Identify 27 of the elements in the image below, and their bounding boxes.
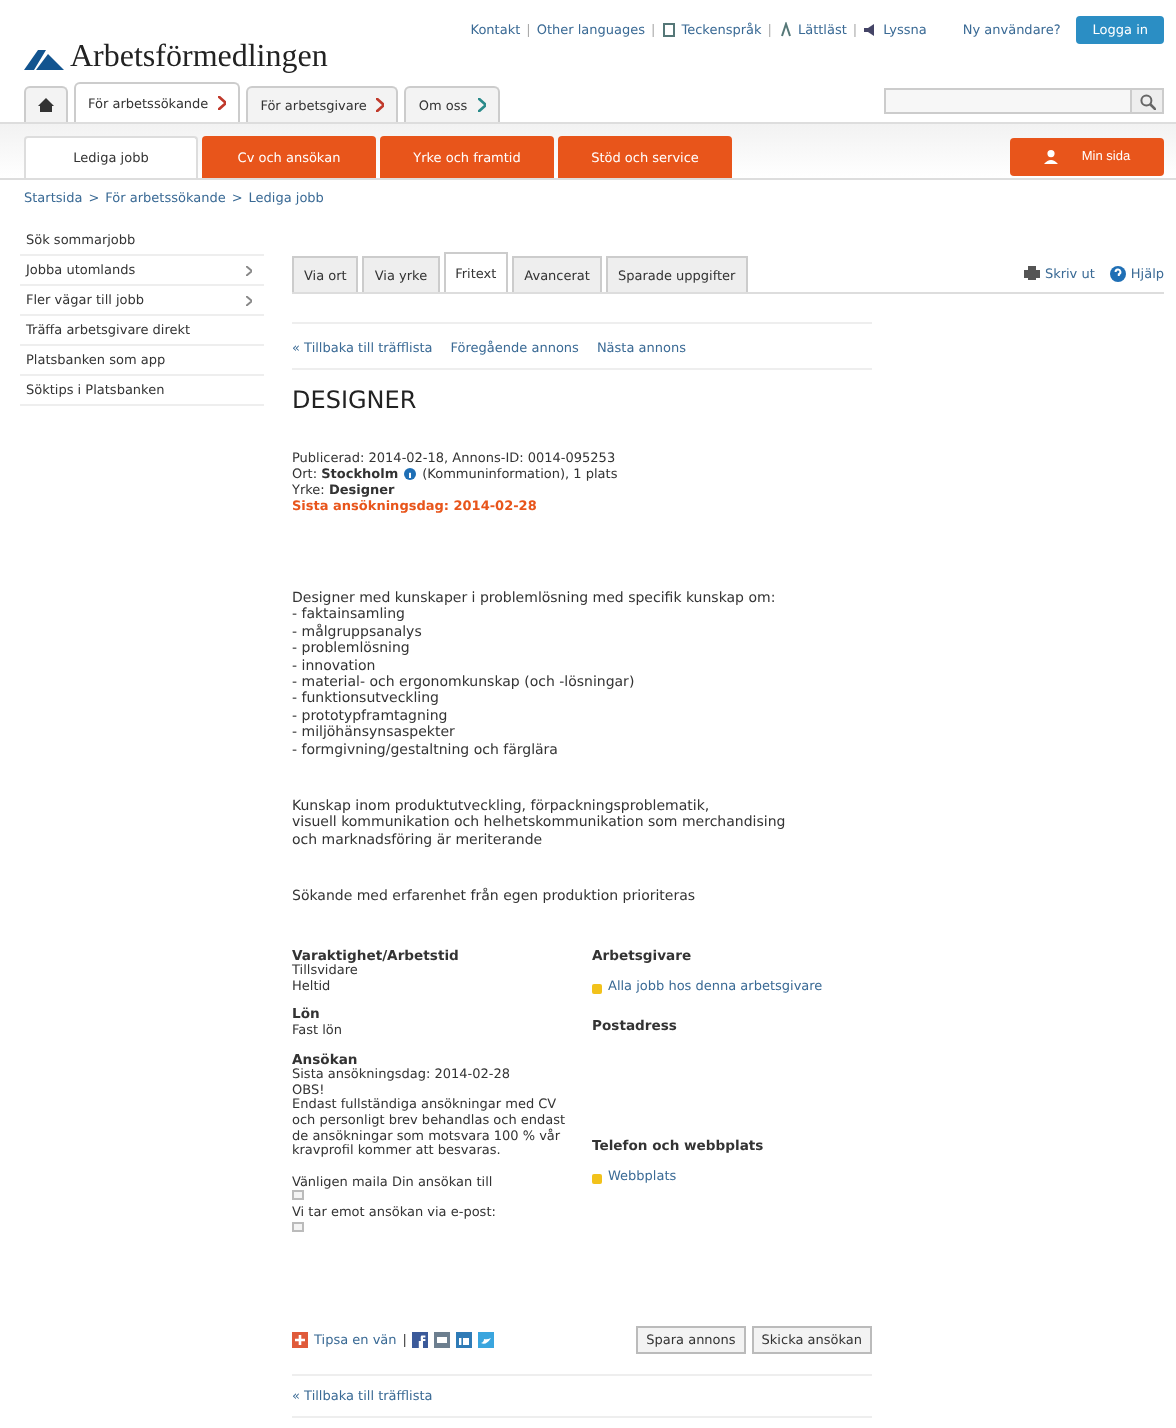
chevron-icon <box>376 98 385 112</box>
chevron-icon <box>218 96 227 110</box>
search-field[interactable] <box>884 88 1132 114</box>
plus-icon <box>292 1332 308 1349</box>
user-icon <box>1043 150 1058 164</box>
linkedin-icon <box>456 1332 473 1349</box>
search-button[interactable] <box>1132 88 1164 114</box>
image-icon <box>292 1190 304 1201</box>
bullet-icon <box>592 1173 602 1184</box>
logo-text: Arbetsförmedlingen <box>70 40 328 76</box>
image-icon <box>292 1221 304 1232</box>
home-tab[interactable] <box>24 86 68 122</box>
bullet-icon <box>592 983 602 994</box>
printer-icon <box>1024 266 1041 280</box>
help-icon <box>1110 265 1127 281</box>
chevron-icon <box>246 295 252 305</box>
home-icon <box>38 98 54 112</box>
mail-icon <box>434 1332 451 1349</box>
bird-icon <box>478 1332 495 1349</box>
chevron-icon <box>477 98 486 112</box>
logo-icon <box>24 47 64 69</box>
info-icon <box>404 468 417 480</box>
speaker-icon <box>863 22 878 38</box>
search-icon <box>1139 93 1155 109</box>
chevron-icon <box>246 265 252 275</box>
facebook-icon <box>412 1332 429 1349</box>
job-title: DESIGNER <box>292 386 419 414</box>
